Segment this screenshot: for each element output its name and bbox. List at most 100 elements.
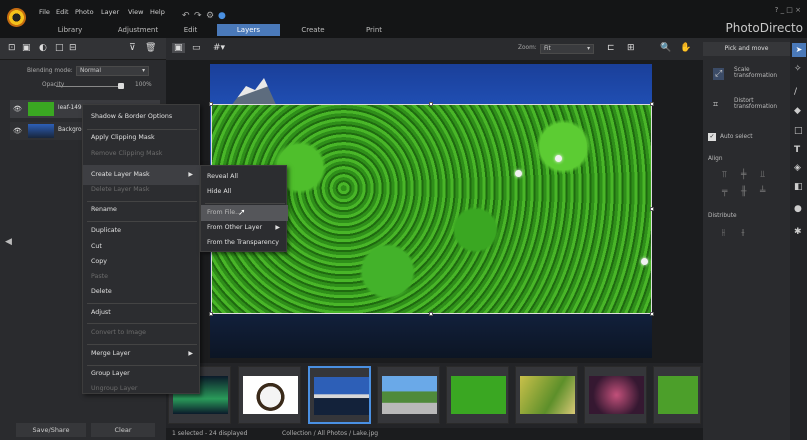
eraser-tool-icon[interactable]: ◆ xyxy=(794,106,801,116)
transform-handle[interactable] xyxy=(650,312,654,316)
align-top-icon[interactable]: ╤ xyxy=(722,187,727,197)
filmstrip-thumbnail[interactable] xyxy=(584,366,647,424)
eye-icon[interactable]: 👁 xyxy=(13,105,22,113)
tab-library[interactable]: Library xyxy=(40,24,100,36)
shape-tool-icon[interactable]: □ xyxy=(794,126,803,136)
transform-handle[interactable] xyxy=(650,207,654,211)
zoom-value: Fit xyxy=(544,46,551,52)
menu-separator xyxy=(205,203,285,204)
filmstrip-thumbnail[interactable] xyxy=(238,366,301,424)
save-share-button[interactable]: Save/Share xyxy=(16,423,86,437)
menu-item-adjust[interactable]: Adjust xyxy=(83,303,201,323)
align-label: Align xyxy=(708,156,723,162)
compare-icon[interactable]: ⊞ xyxy=(627,43,635,53)
blur-tool-icon[interactable]: ● xyxy=(794,204,802,214)
transform-handle[interactable] xyxy=(209,102,213,106)
transform-handle[interactable] xyxy=(429,102,433,106)
distribute-horizontal-icon[interactable]: ⫲ xyxy=(722,228,725,238)
submenu-item-hide-all[interactable]: Hide All xyxy=(201,184,288,200)
status-bar: 1 selected - 24 displayed Collection / A… xyxy=(166,428,703,440)
eye-icon[interactable]: 👁 xyxy=(13,127,22,135)
menu-view[interactable]: View xyxy=(128,8,143,16)
auto-select-checkbox[interactable]: ✓ xyxy=(708,133,716,141)
text-tool-icon[interactable]: T xyxy=(794,145,800,155)
menu-help[interactable]: Help xyxy=(150,8,165,16)
tab-adjustment[interactable]: Adjustment xyxy=(108,24,168,36)
align-middle-icon[interactable]: ╫ xyxy=(741,187,746,197)
submenu-item-reveal-all[interactable]: Reveal All xyxy=(201,169,288,185)
window-controls[interactable]: ? _ □ × xyxy=(775,6,801,14)
scale-transform-icon[interactable]: ⤢ xyxy=(713,68,725,80)
distort-transform-icon[interactable]: ⌗ xyxy=(713,100,718,110)
menu-layer[interactable]: Layer xyxy=(101,8,119,16)
clover-flower xyxy=(515,170,522,177)
menu-item-convert-to-image: Convert to Image xyxy=(91,329,146,336)
trash-icon[interactable]: 🗑 xyxy=(145,43,156,53)
tab-print[interactable]: Print xyxy=(354,24,394,36)
opacity-slider[interactable] xyxy=(56,86,120,87)
pan-hand-icon[interactable]: ✋ xyxy=(680,43,691,53)
menu-item-merge-layer[interactable]: Merge Layer ▶ xyxy=(83,344,201,364)
scale-transformation-label[interactable]: Scale transformation xyxy=(734,67,779,79)
clear-button[interactable]: Clear xyxy=(91,423,155,437)
settings-icon[interactable]: ⚙ xyxy=(206,11,214,21)
filmstrip-thumbnail[interactable] xyxy=(446,366,509,424)
menu-photo[interactable]: Photo xyxy=(75,8,94,16)
menu-item-ungroup-layer: Ungroup Layer xyxy=(91,385,138,392)
filmstrip-thumbnail[interactable] xyxy=(515,366,578,424)
opacity-label: Opacity xyxy=(42,82,65,88)
submenu-item-from-transparency[interactable]: From the Transparency xyxy=(201,235,288,251)
opacity-slider-handle[interactable] xyxy=(118,83,124,89)
gradient-tool-icon[interactable]: ◧ xyxy=(794,182,803,192)
settings-tool-icon[interactable]: ✱ xyxy=(794,227,802,237)
menu-item-shadow-border-options[interactable]: Shadow & Border Options xyxy=(83,107,201,127)
submenu-item-from-other-layer[interactable]: From Other Layer ▶ xyxy=(201,220,288,236)
pick-move-tool-icon[interactable]: ➤ xyxy=(792,43,806,57)
filmstrip-thumbnail[interactable] xyxy=(377,366,440,424)
shape-layer-icon[interactable]: □ xyxy=(55,43,64,53)
align-bottom-icon[interactable]: ╧ xyxy=(760,187,765,197)
fit-view-icon[interactable]: ▣ xyxy=(172,43,185,53)
tab-layers[interactable]: Layers xyxy=(217,24,280,36)
align-center-icon[interactable]: ╪ xyxy=(741,170,746,180)
notification-icon[interactable]: ● xyxy=(218,11,226,21)
brand-title: PhotoDirecto xyxy=(725,21,803,35)
add-layer-icon[interactable]: ⊡ xyxy=(8,43,16,53)
collapse-left-icon[interactable]: ◀ xyxy=(5,237,12,247)
crop-icon[interactable]: ⊏ xyxy=(607,43,615,53)
zoom-icon[interactable]: 🔍 xyxy=(660,43,671,53)
filmstrip-thumbnail[interactable] xyxy=(653,366,701,424)
adjustment-layer-icon[interactable]: ◐ xyxy=(39,43,47,53)
distribute-vertical-icon[interactable]: ⫳ xyxy=(741,228,745,238)
tab-edit[interactable]: Edit xyxy=(168,24,213,36)
magic-wand-tool-icon[interactable]: ✧ xyxy=(794,64,802,74)
menu-item-delete-layer-mask: Delete Layer Mask xyxy=(91,186,150,193)
menu-item-delete[interactable]: Delete xyxy=(83,282,201,302)
align-right-icon[interactable]: ⫫ xyxy=(760,170,765,180)
panel-title: Pick and move xyxy=(703,42,790,56)
align-left-icon[interactable]: ⫪ xyxy=(722,170,727,180)
distort-transformation-label[interactable]: Distort transformation xyxy=(734,98,779,110)
redo-icon[interactable]: ↷ xyxy=(194,11,202,21)
zoom-select[interactable]: Fit ▾ xyxy=(540,44,594,54)
layer-options-icon[interactable]: ⊟ xyxy=(69,43,77,53)
transform-handle[interactable] xyxy=(429,312,433,316)
transform-handle[interactable] xyxy=(209,312,213,316)
transform-handle[interactable] xyxy=(650,102,654,106)
actual-size-icon[interactable]: ▭ xyxy=(192,43,201,53)
brush-tool-icon[interactable]: / xyxy=(794,87,797,97)
tab-create[interactable]: Create xyxy=(288,24,338,36)
grid-icon[interactable]: #▾ xyxy=(213,43,225,53)
blending-mode-select[interactable]: Normal ▾ xyxy=(76,66,149,76)
menu-item-rename[interactable]: Rename xyxy=(83,200,201,220)
fill-tool-icon[interactable]: ◈ xyxy=(794,163,801,173)
distribute-label: Distribute xyxy=(708,213,737,219)
filter-icon[interactable]: ⊽ xyxy=(129,43,136,53)
menu-file[interactable]: File xyxy=(39,8,50,16)
undo-icon[interactable]: ↶ xyxy=(182,11,190,21)
app-logo-icon[interactable] xyxy=(7,8,26,27)
zoom-label: Zoom: xyxy=(518,45,537,51)
add-image-layer-icon[interactable]: ▣ xyxy=(22,43,31,53)
filmstrip-thumbnail-selected[interactable] xyxy=(308,366,371,424)
menu-edit[interactable]: Edit xyxy=(56,8,69,16)
